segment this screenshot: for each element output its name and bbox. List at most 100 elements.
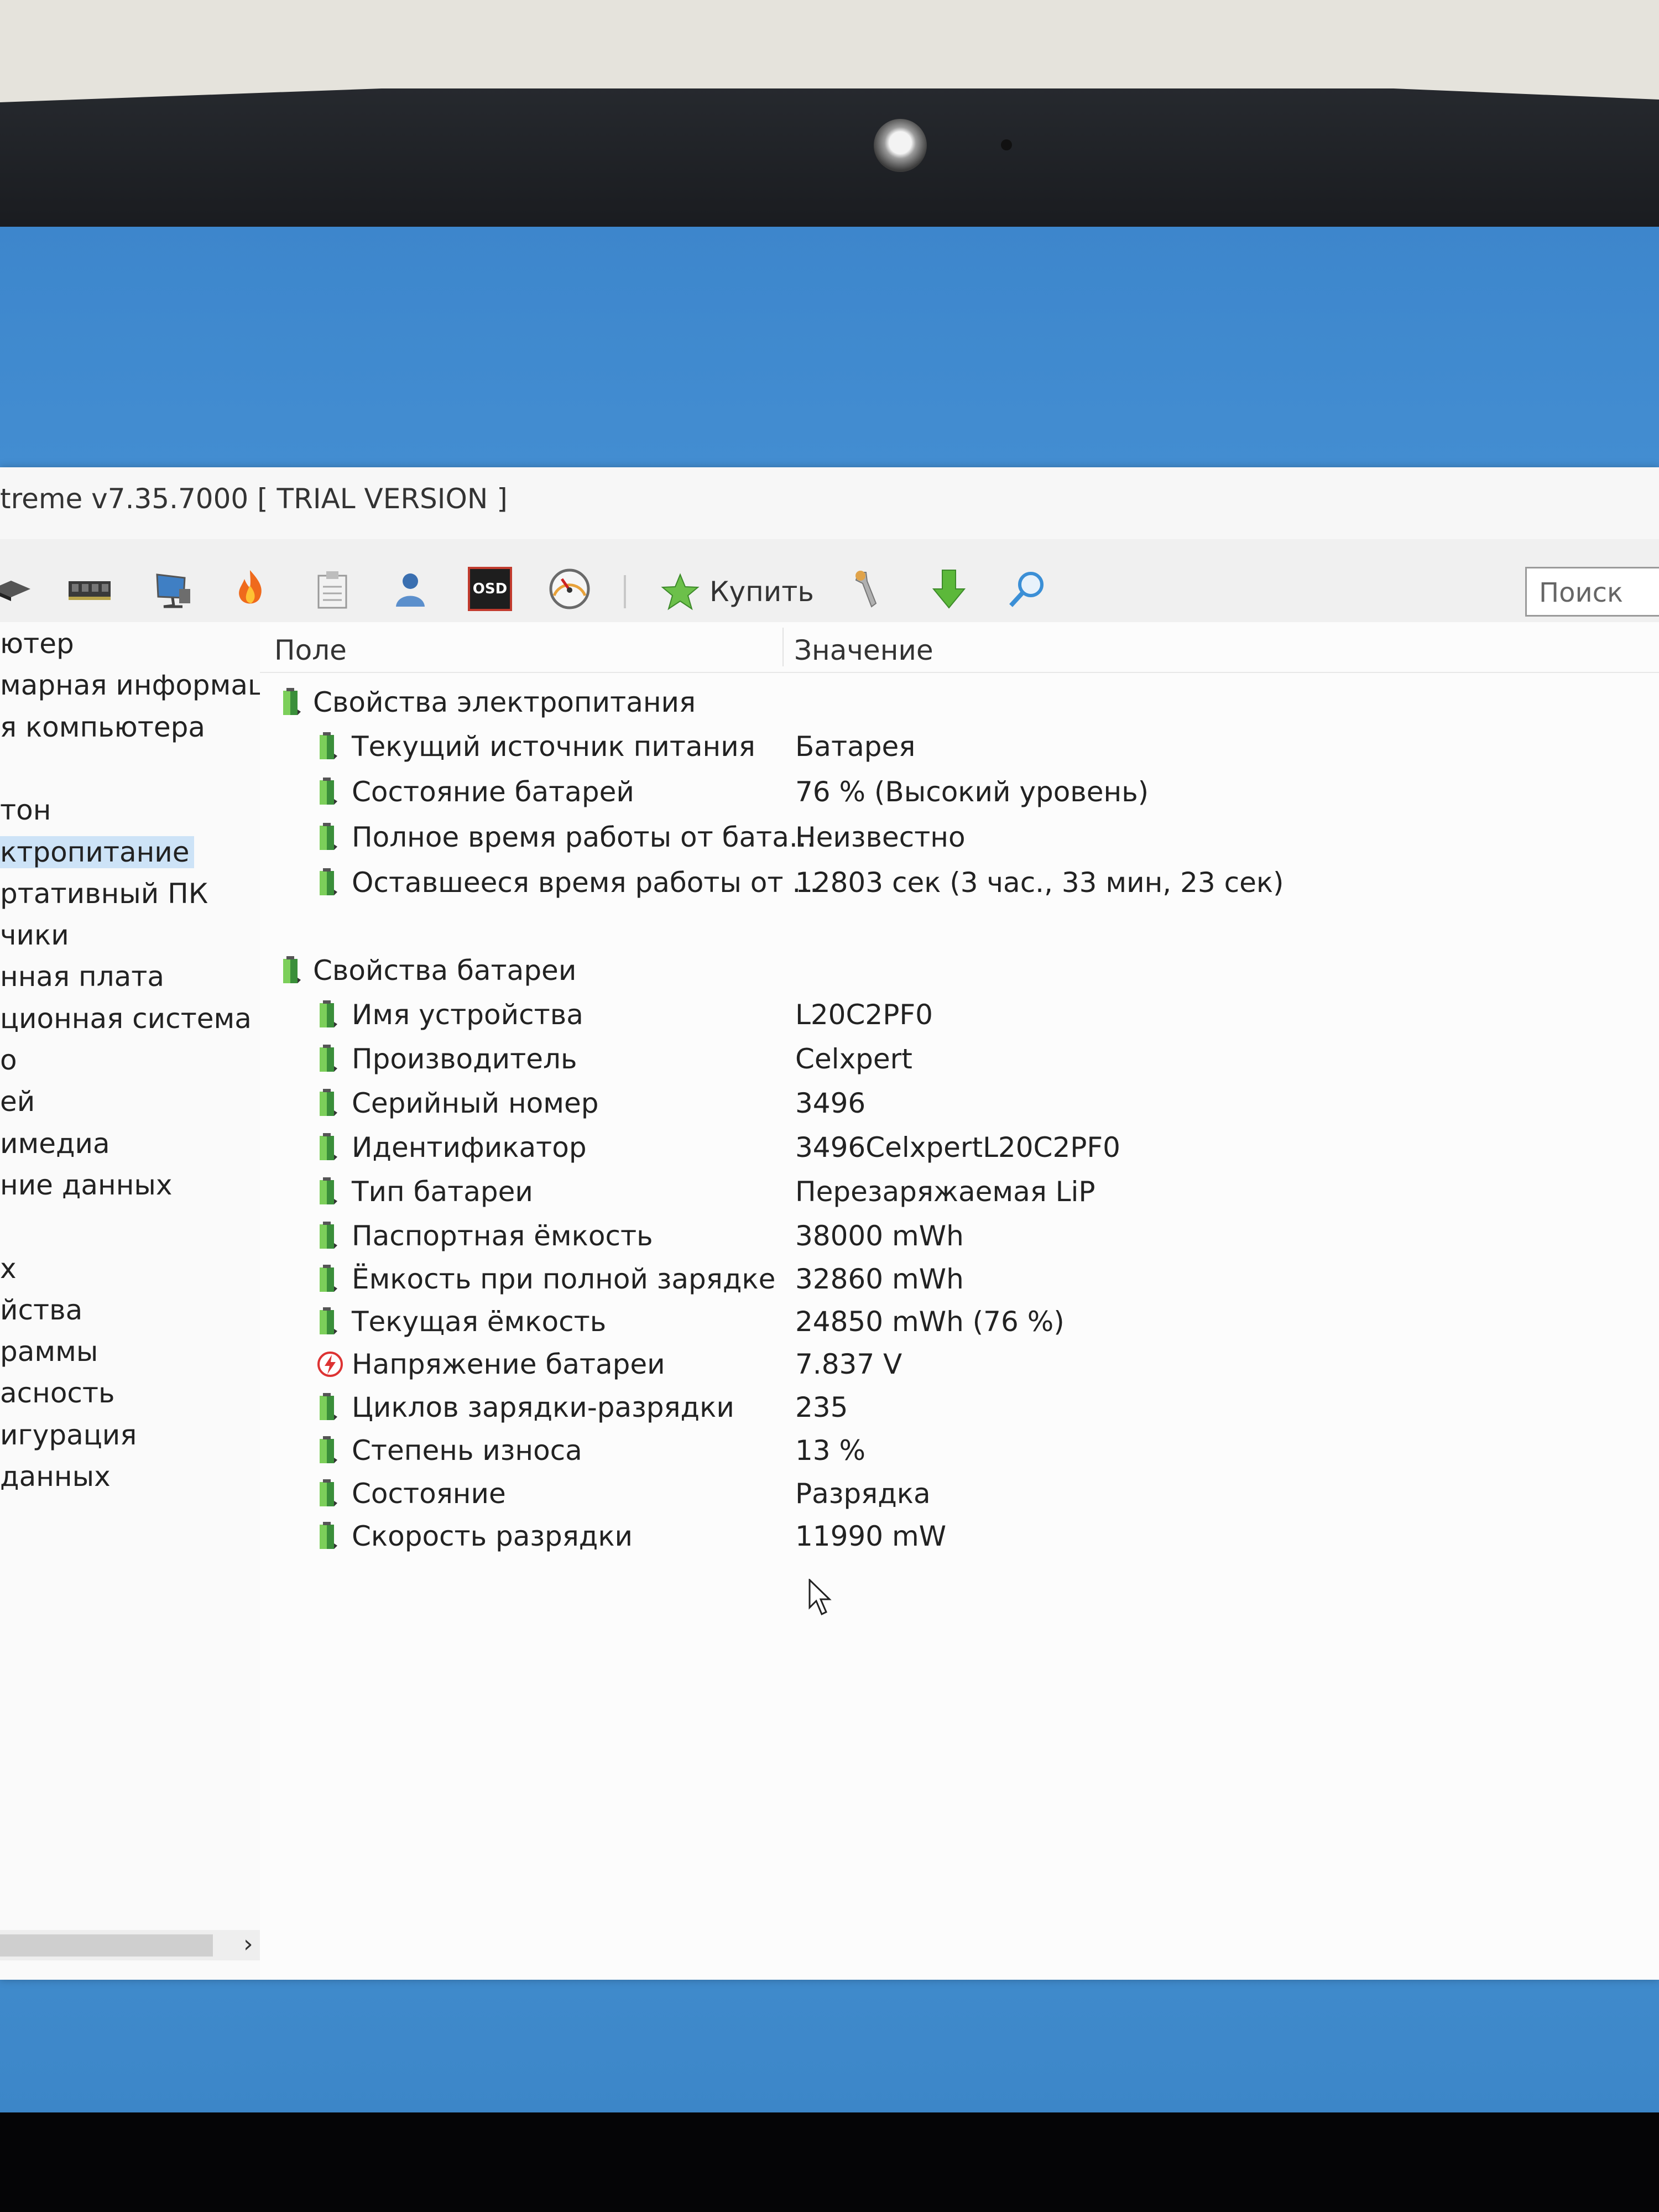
table-row[interactable]: Текущий источник питания Батарея [260, 727, 1659, 766]
sidebar-item[interactable]: игурация [0, 1419, 137, 1451]
table-row[interactable]: Паспортная ёмкость 38000 mWh [260, 1217, 1659, 1255]
row-field: Текущая ёмкость [352, 1306, 607, 1338]
table-row[interactable]: Серийный номер 3496 [260, 1084, 1659, 1123]
wrench-icon[interactable] [847, 567, 891, 611]
row-field: Серийный номер [352, 1087, 599, 1119]
details-table: Поле Значение Свойства электропитания Тек… [260, 622, 1659, 1980]
row-value: 235 [795, 1391, 848, 1423]
title-bar: treme v7.35.7000 [ TRIAL VERSION ] [0, 467, 1659, 540]
row-value: 7.837 V [795, 1348, 902, 1380]
user-icon[interactable] [387, 567, 431, 611]
row-field: Состояние батарей [352, 776, 634, 808]
memory-icon[interactable] [67, 567, 112, 611]
sidebar-item[interactable]: ютер [0, 628, 74, 660]
battery-icon [316, 1177, 338, 1207]
horizontal-scrollbar[interactable]: › [0, 1930, 260, 1960]
row-field: Циклов зарядки-разрядки [352, 1391, 734, 1423]
clipboard-icon[interactable] [311, 567, 355, 611]
group-header[interactable]: Свойства батареи [260, 951, 1659, 990]
laptop-bezel-bottom [0, 2112, 1659, 2212]
row-value: 76 % (Высокий уровень) [795, 776, 1149, 808]
group-header[interactable]: Свойства электропитания [260, 683, 1659, 722]
battery-icon [280, 956, 302, 985]
table-row[interactable]: Состояние Разрядка [260, 1474, 1659, 1513]
sidebar-item[interactable]: асность [0, 1377, 115, 1409]
mouse-cursor-icon [808, 1579, 832, 1616]
table-row[interactable]: Оставшееся время работы от ... 12803 сек … [260, 863, 1659, 902]
sidebar-item[interactable]: йства [0, 1294, 82, 1326]
search-input[interactable]: Поиск [1525, 567, 1659, 617]
sidebar-item[interactable]: раммы [0, 1335, 98, 1368]
row-value: 24850 mWh (76 %) [795, 1306, 1065, 1338]
group-title: Свойства электропитания [313, 686, 696, 718]
battery-icon [316, 1000, 338, 1030]
table-row[interactable]: Производитель Celxpert [260, 1040, 1659, 1078]
sidebar-item[interactable]: я компьютера [0, 711, 205, 743]
sidebar-item[interactable]: х [0, 1253, 17, 1285]
osd-icon[interactable]: OSD [468, 567, 512, 611]
sidebar-item[interactable]: ей [0, 1086, 35, 1118]
row-value: Неизвестно [795, 821, 966, 853]
aida64-window: treme v7.35.7000 [ TRIAL VERSION ] OSD К… [0, 467, 1659, 1980]
row-field: Состояние [352, 1478, 506, 1510]
row-value: 11990 mW [795, 1520, 947, 1552]
scroll-right-arrow-icon[interactable]: › [243, 1930, 253, 1958]
table-row[interactable]: Полное время работы от бата... Неизвестно [260, 818, 1659, 857]
row-field: Полное время работы от бата... [352, 821, 816, 853]
sidebar-item[interactable]: ртативный ПК [0, 878, 208, 910]
column-header-value[interactable]: Значение [794, 634, 933, 666]
column-header-field[interactable]: Поле [274, 634, 347, 666]
row-field: Имя устройства [352, 999, 583, 1031]
voltage-icon [316, 1349, 343, 1379]
row-field: Идентификатор [352, 1131, 587, 1164]
row-value: L20C2PF0 [795, 999, 933, 1031]
table-row[interactable]: Состояние батарей 76 % (Высокий уровень) [260, 773, 1659, 811]
sidebar-item[interactable]: тон [0, 794, 51, 826]
column-divider[interactable] [782, 628, 784, 666]
sidebar-item[interactable]: о [0, 1044, 17, 1076]
download-arrow-icon[interactable] [927, 567, 971, 611]
sidebar-item[interactable]: ционная система [0, 1003, 252, 1035]
row-value: Батарея [795, 731, 916, 763]
battery-icon [316, 822, 338, 852]
sidebar-item[interactable]: данных [0, 1460, 111, 1493]
table-row[interactable]: Скорость разрядки 11990 mW [260, 1517, 1659, 1556]
webcam-led [1001, 139, 1012, 150]
sidebar-item[interactable]: марная информаци [0, 669, 260, 701]
table-row[interactable]: Имя устройства L20C2PF0 [260, 995, 1659, 1034]
table-row[interactable]: Циклов зарядки-разрядки 235 [260, 1388, 1659, 1427]
buy-button[interactable]: Купить [661, 570, 814, 614]
gauge-icon[interactable] [547, 567, 592, 611]
table-row[interactable]: Напряжение батареи 7.837 V [260, 1345, 1659, 1384]
motherboard-icon[interactable] [0, 567, 33, 611]
row-field: Паспортная ёмкость [352, 1220, 653, 1252]
scrollbar-thumb[interactable] [0, 1934, 213, 1957]
row-field: Производитель [352, 1043, 577, 1075]
toolbar-separator [624, 575, 626, 608]
star-icon [661, 573, 700, 611]
sidebar-item[interactable]: ктропитание [0, 836, 194, 868]
flame-icon[interactable] [228, 567, 272, 611]
computer-monitor-icon[interactable] [150, 567, 195, 611]
row-field: Оставшееся время работы от ... [352, 867, 819, 899]
sidebar-item[interactable]: ние данных [0, 1169, 173, 1201]
table-row[interactable]: Ёмкость при полной зарядке 32860 mWh [260, 1260, 1659, 1298]
battery-icon [316, 1521, 338, 1551]
search-magnifier-icon[interactable] [1005, 567, 1050, 611]
sidebar-item[interactable]: имедиа [0, 1128, 110, 1160]
header-underline [260, 672, 1659, 673]
table-row[interactable]: Тип батареи Перезаряжаемая LiP [260, 1172, 1659, 1211]
row-field: Тип батареи [352, 1176, 533, 1208]
battery-icon [316, 868, 338, 898]
table-row[interactable]: Текущая ёмкость 24850 mWh (76 %) [260, 1302, 1659, 1341]
webcam-icon [874, 119, 927, 172]
laptop-bezel-top [0, 88, 1659, 227]
table-row[interactable]: Степень износа 13 % [260, 1431, 1659, 1470]
row-value: 3496CelxpertL20C2PF0 [795, 1131, 1120, 1164]
sidebar-item[interactable]: чики [0, 919, 69, 951]
table-row[interactable]: Идентификатор 3496CelxpertL20C2PF0 [260, 1128, 1659, 1167]
group-title: Свойства батареи [313, 954, 577, 987]
battery-icon [280, 687, 302, 717]
sidebar-item[interactable]: нная плата [0, 961, 164, 993]
battery-icon [316, 1221, 338, 1251]
